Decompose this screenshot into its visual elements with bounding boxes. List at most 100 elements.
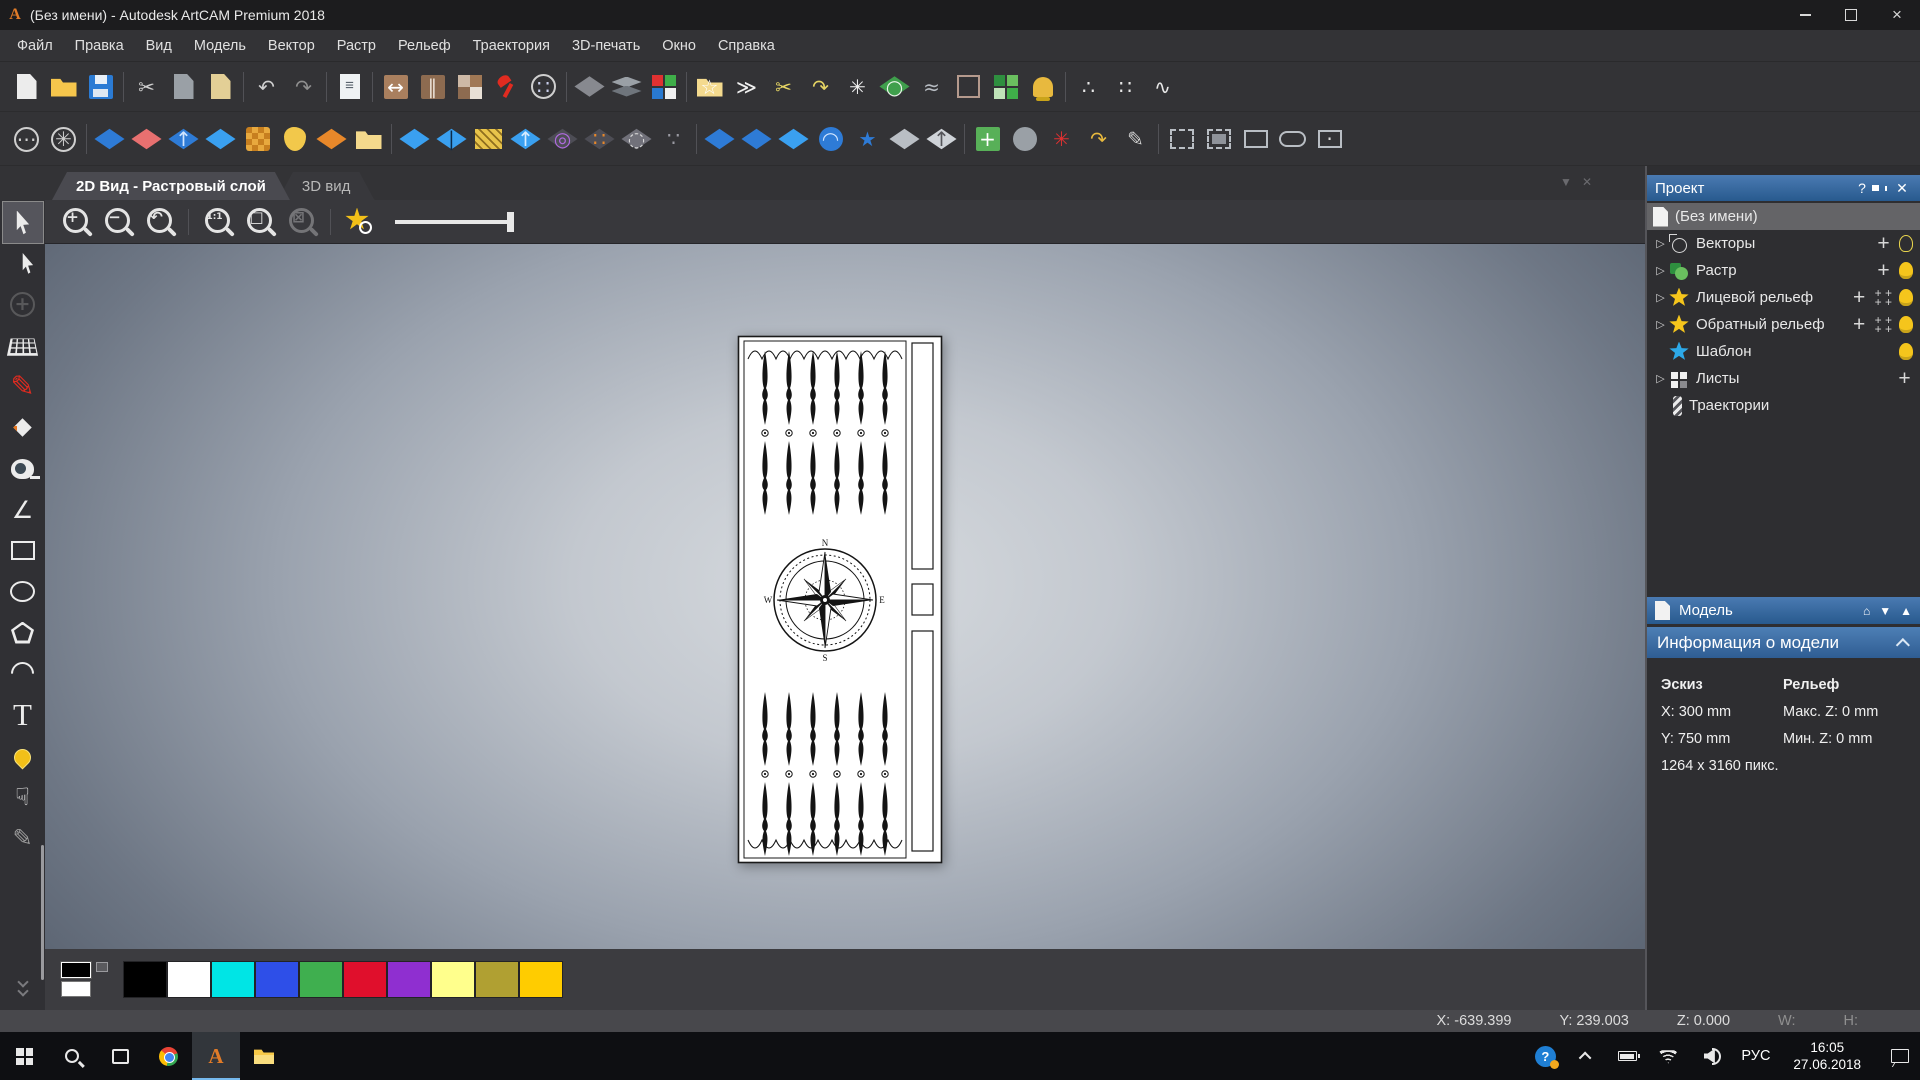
toolbar-close-icon[interactable]: ✕	[1582, 175, 1592, 189]
color-blocks-icon[interactable]	[645, 66, 682, 108]
dock-up-icon[interactable]: ▲	[1900, 604, 1912, 618]
zoom-slider-handle[interactable]	[507, 212, 514, 232]
menu-item[interactable]: 3D-печать	[561, 30, 651, 62]
zoom-slider-track[interactable]	[395, 220, 513, 224]
hatch-layer-icon[interactable]	[470, 118, 507, 160]
palette-swatch[interactable]	[255, 961, 299, 998]
smooth-relief-icon[interactable]	[91, 118, 128, 160]
split-relief-icon[interactable]: ∣	[433, 118, 470, 160]
offset-relief-icon[interactable]	[202, 118, 239, 160]
zoom-previous-button[interactable]: ↶	[139, 203, 181, 241]
tree-item-back-relief[interactable]: Обратный рельеф	[1647, 311, 1920, 338]
tree-item-toolpaths[interactable]: Траектории	[1647, 392, 1920, 419]
measure-tool[interactable]	[3, 448, 43, 489]
current-colors-widget[interactable]	[59, 960, 111, 1000]
ramp-relief-icon[interactable]	[738, 118, 775, 160]
hatch-red-icon[interactable]: ✳	[1043, 118, 1080, 160]
select-shape-icon[interactable]	[1237, 118, 1274, 160]
palette-swatch[interactable]	[299, 961, 343, 998]
relief-edit-icon[interactable]	[571, 66, 608, 108]
close-panel-icon[interactable]: ✕	[1892, 180, 1912, 197]
weld-vectors-icon[interactable]: ≫	[728, 66, 765, 108]
add-icon[interactable]	[1875, 261, 1892, 281]
battery-tray-button[interactable]	[1610, 1032, 1644, 1080]
polyline-tool[interactable]: ∠	[3, 489, 43, 530]
lamp-icon[interactable]	[488, 66, 525, 108]
profile-icon[interactable]	[1006, 118, 1043, 160]
lightbox-icon[interactable]	[451, 66, 488, 108]
palette-swatch[interactable]	[167, 961, 211, 998]
clock[interactable]: 16:05 27.06.2018	[1785, 1039, 1869, 1073]
wrap-icon[interactable]: ≈	[913, 66, 950, 108]
tool-scrollbar[interactable]	[41, 845, 44, 980]
arc-tool[interactable]	[3, 653, 43, 694]
erase-relief-icon[interactable]	[128, 118, 165, 160]
fluid-relief-tool[interactable]	[3, 735, 43, 776]
curve-tool-icon[interactable]: ↷	[1080, 118, 1117, 160]
ellipse-tool[interactable]	[3, 571, 43, 612]
palette-swatch[interactable]	[211, 961, 255, 998]
zoom-1to1-button[interactable]: 1:1	[197, 203, 239, 241]
select-vectors-tool[interactable]	[3, 202, 43, 243]
relief-preview-icon[interactable]: ✳	[45, 118, 82, 160]
chrome-taskbar-button[interactable]	[144, 1032, 192, 1080]
visibility-bulb-icon[interactable]	[1899, 262, 1913, 279]
select-rounded-icon[interactable]	[1274, 118, 1311, 160]
node-editing-tool[interactable]	[3, 243, 43, 284]
tree-item-front-relief[interactable]: Лицевой рельеф	[1647, 284, 1920, 311]
menu-item[interactable]: Окно	[651, 30, 707, 62]
scribe-line-icon[interactable]: ✎	[1117, 118, 1154, 160]
expand-arrow-icon[interactable]	[1652, 372, 1669, 385]
palette-swatch[interactable]	[519, 961, 563, 998]
erase-tool[interactable]	[3, 407, 43, 448]
zoom-out-button[interactable]: −	[97, 203, 139, 241]
trim-vectors-icon[interactable]: ✂	[765, 66, 802, 108]
notification-center-button[interactable]	[1876, 1032, 1910, 1080]
palette-swatch[interactable]	[387, 961, 431, 998]
flame-relief-icon[interactable]	[313, 118, 350, 160]
tree-item-raster[interactable]: Растр	[1647, 257, 1920, 284]
menu-item[interactable]: Вектор	[257, 30, 326, 62]
explorer-taskbar-button[interactable]	[240, 1032, 288, 1080]
polygon-tool[interactable]	[3, 612, 43, 653]
zoom-slider[interactable]	[395, 203, 519, 241]
scribble-tool[interactable]: ✎	[3, 817, 43, 858]
wifi-tray-button[interactable]	[1651, 1032, 1685, 1080]
fillet-icon[interactable]: ↷	[802, 66, 839, 108]
volume-tray-button[interactable]	[1692, 1032, 1726, 1080]
sphere-relief-icon[interactable]: ◠	[812, 118, 849, 160]
add-icon[interactable]	[1851, 315, 1868, 335]
2d-view-canvas[interactable]: N E S W	[45, 244, 1647, 949]
select-dot-icon[interactable]: ·	[1311, 118, 1348, 160]
pin-icon[interactable]	[1872, 185, 1892, 191]
undo-icon[interactable]: ↶	[248, 66, 285, 108]
weave-relief-icon[interactable]	[239, 118, 276, 160]
palette-swatch[interactable]	[343, 961, 387, 998]
menu-item[interactable]: Правка	[64, 30, 135, 62]
text-tool[interactable]: T	[3, 694, 43, 735]
redo-icon[interactable]: ↷	[285, 66, 322, 108]
copy-icon[interactable]	[165, 66, 202, 108]
bell-icon[interactable]	[1024, 66, 1061, 108]
collapse-chevron-icon[interactable]	[1896, 638, 1910, 652]
palette-swatch[interactable]	[431, 961, 475, 998]
nesting-icon[interactable]: ∴	[1070, 66, 1107, 108]
rings-texture-icon[interactable]: ◎	[544, 118, 581, 160]
expand-arrow-icon[interactable]	[1652, 291, 1669, 304]
help-icon[interactable]: ?	[1852, 180, 1872, 196]
add-icon[interactable]	[1896, 369, 1913, 389]
envelope-distort-tool[interactable]	[3, 325, 43, 366]
swap-colors-icon[interactable]	[96, 962, 108, 972]
maximize-button[interactable]	[1828, 0, 1874, 30]
zoom-fit-button[interactable]: □	[239, 203, 281, 241]
tree-item-template[interactable]: Шаблон	[1647, 338, 1920, 365]
magnify-icon[interactable]: ⋯	[8, 118, 45, 160]
notes-icon[interactable]	[331, 66, 368, 108]
transform-tool[interactable]: +	[3, 284, 43, 325]
raise-relief-icon[interactable]: ↑	[165, 118, 202, 160]
set-position-icon[interactable]: ∥	[414, 66, 451, 108]
relief-library-icon[interactable]	[350, 118, 387, 160]
zoom-selection-button[interactable]: ⊠	[281, 203, 323, 241]
close-button[interactable]: ×	[1874, 0, 1920, 30]
plane-relief-icon[interactable]	[396, 118, 433, 160]
